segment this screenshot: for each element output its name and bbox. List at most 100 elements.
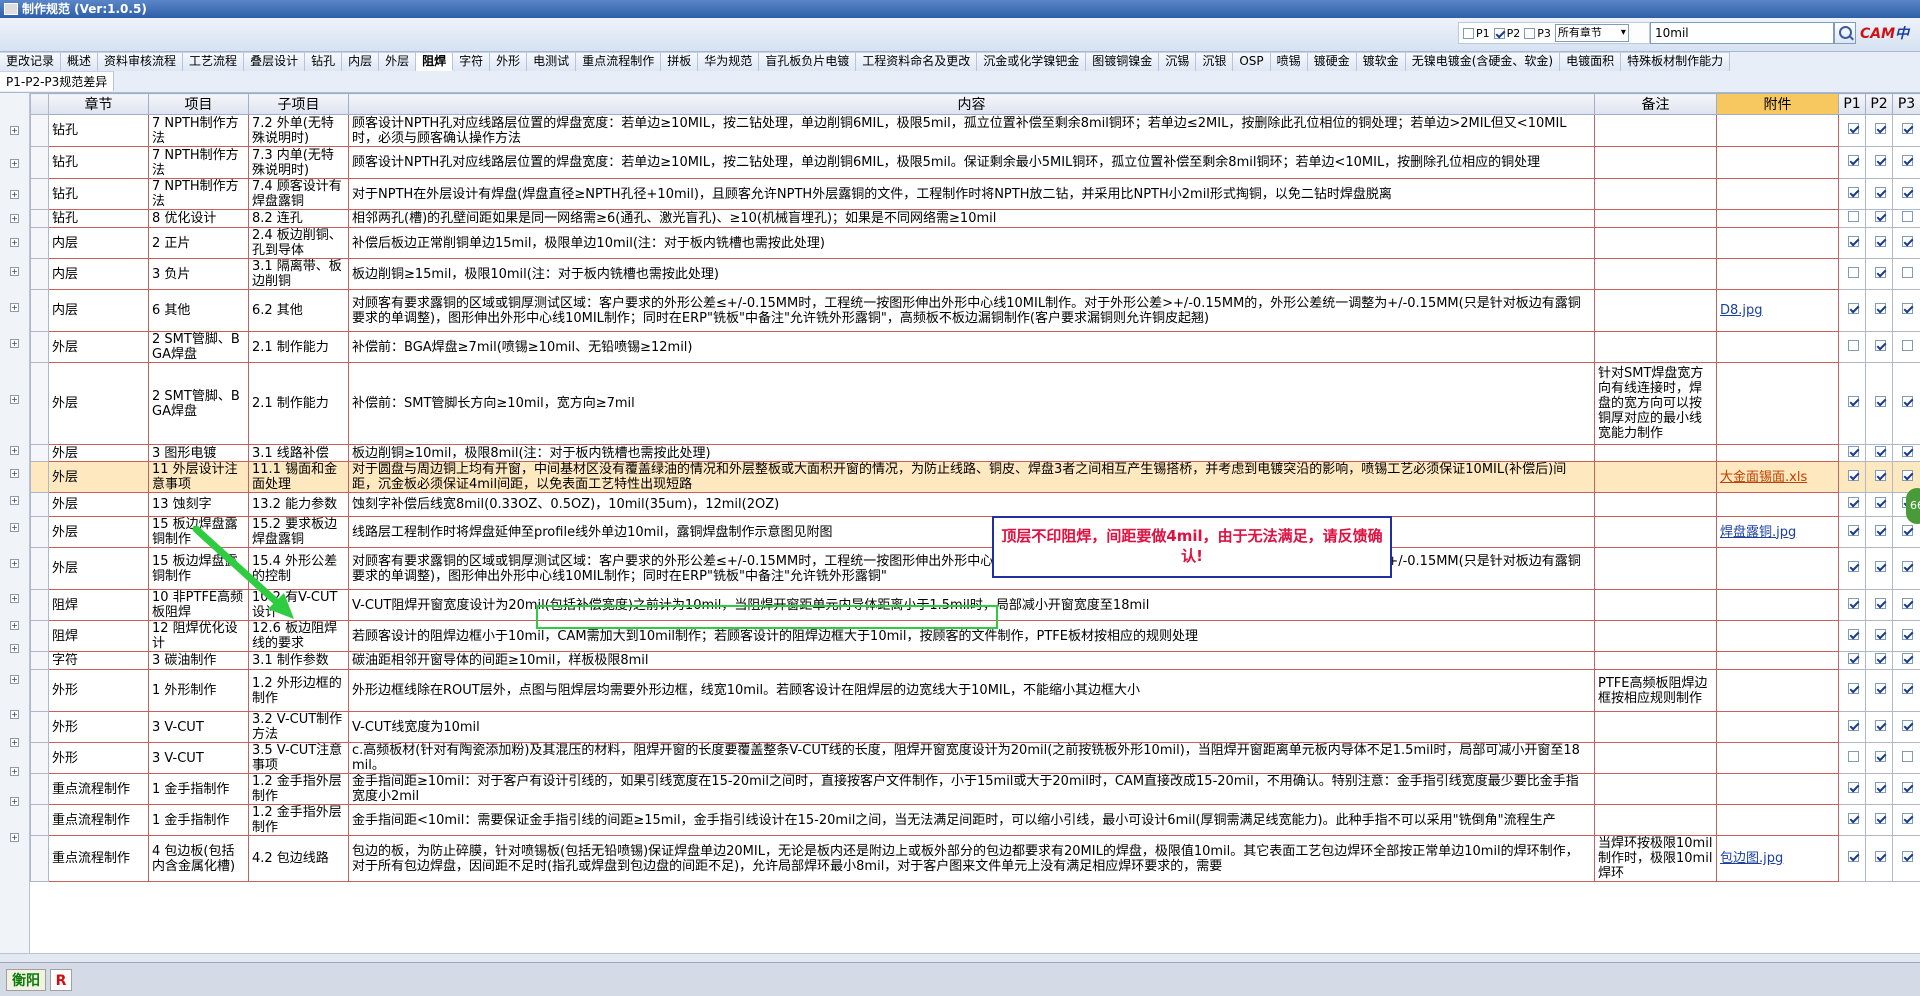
table-row[interactable]: 钻孔 7 NPTH制作方法 7.2 外单(无特殊说明时) 顾客设计NPTH孔对应线路层…: [30, 114, 1920, 147]
expand-icon[interactable]: +: [10, 214, 19, 223]
cell-attachment[interactable]: [1716, 742, 1839, 774]
p2-row-checkbox[interactable]: [1874, 211, 1886, 222]
tab-9[interactable]: 字符: [453, 52, 491, 71]
p1-row-checkbox[interactable]: [1847, 851, 1859, 862]
p2-row-checkbox[interactable]: [1874, 445, 1886, 457]
p1-row-checkbox[interactable]: [1847, 524, 1859, 536]
tab-13[interactable]: 拼板: [661, 52, 699, 71]
table-row[interactable]: 重点流程制作 1 金手指制作 1.2 金手指外层制作 金手指间距<10mil：需要保证…: [30, 804, 1920, 836]
p1-row-checkbox[interactable]: [1847, 445, 1859, 457]
p2-row-checkbox[interactable]: [1874, 561, 1886, 572]
p2-row-checkbox[interactable]: [1874, 628, 1886, 640]
p2-row-checkbox[interactable]: [1874, 235, 1886, 247]
tab-1[interactable]: 概述: [61, 52, 99, 71]
p3-row-checkbox[interactable]: [1902, 750, 1913, 762]
p1-row-checkbox[interactable]: [1847, 628, 1859, 640]
p1-row-checkbox[interactable]: [1847, 781, 1859, 793]
col-item[interactable]: 项目: [148, 93, 249, 115]
p1-row-checkbox[interactable]: [1847, 211, 1859, 222]
expand-icon[interactable]: +: [10, 559, 19, 568]
p3-row-checkbox[interactable]: [1902, 123, 1913, 134]
cell-attachment[interactable]: 大金面锡面.xls: [1716, 461, 1839, 493]
expand-icon[interactable]: +: [10, 797, 19, 806]
p2-row-checkbox[interactable]: [1874, 750, 1886, 762]
p3-row-checkbox[interactable]: [1902, 812, 1913, 824]
table-row[interactable]: 内层 6 其他 6.2 其他 对顾客有要求露铜的区域或铜厚测试区域：客户要求的外形公差…: [30, 289, 1920, 332]
p2-row-checkbox[interactable]: [1874, 339, 1886, 351]
tab-26[interactable]: 电镀面积: [1560, 52, 1622, 71]
chapter-select[interactable]: 所有章节: [1554, 24, 1629, 42]
tab-21[interactable]: OSP: [1233, 52, 1271, 71]
expand-icon[interactable]: +: [10, 267, 19, 276]
p1-row-checkbox[interactable]: [1847, 750, 1859, 762]
tab-5[interactable]: 钻孔: [305, 52, 343, 71]
p3-checkbox[interactable]: [1524, 27, 1536, 39]
expand-icon[interactable]: +: [10, 767, 19, 776]
table-row[interactable]: 钻孔 7 NPTH制作方法 7.4 顾客设计有焊盘露铜 对于NPTH在外层设计有焊盘(…: [30, 178, 1920, 210]
p3-row-checkbox[interactable]: [1902, 524, 1913, 536]
tab-20[interactable]: 沉银: [1196, 52, 1234, 71]
cell-attachment[interactable]: [1716, 114, 1839, 147]
p1-row-checkbox[interactable]: [1847, 497, 1859, 508]
p3-row-checkbox[interactable]: [1902, 597, 1913, 609]
p1-row-checkbox[interactable]: [1847, 812, 1859, 824]
p1-row-checkbox[interactable]: [1847, 683, 1859, 694]
table-row[interactable]: 外层 13 蚀刻字 13.2 能力参数 蚀刻字补偿后线宽8mil(0.33OZ、0.5…: [30, 492, 1920, 517]
p1-row-checkbox[interactable]: [1847, 186, 1859, 198]
p2-row-checkbox[interactable]: [1874, 653, 1886, 664]
expand-icon[interactable]: +: [10, 159, 19, 168]
p2-row-checkbox[interactable]: [1874, 266, 1886, 278]
tab-12[interactable]: 重点流程制作: [576, 52, 662, 71]
expand-icon[interactable]: +: [10, 833, 19, 842]
tab-p-diff[interactable]: P1-P2-P3规范差异: [0, 71, 115, 91]
tab-22[interactable]: 喷锡: [1270, 52, 1308, 71]
cell-attachment[interactable]: [1716, 227, 1839, 259]
expand-icon[interactable]: +: [10, 675, 19, 684]
p3-row-checkbox[interactable]: [1902, 266, 1913, 278]
cell-attachment[interactable]: [1716, 444, 1839, 462]
table-row[interactable]: 外形 1 外形制作 1.2 外形边框的制作 外形边框线除在ROUT层外，点图与阻焊层均…: [30, 669, 1920, 712]
table-row[interactable]: 外层 2 SMT管脚、BGA焊盘 2.1 制作能力 补偿前：BGA焊盘≥7mil(喷锡…: [30, 331, 1920, 363]
expand-icon[interactable]: +: [10, 303, 19, 312]
p3-row-checkbox[interactable]: [1902, 628, 1913, 640]
p2-row-checkbox[interactable]: [1874, 155, 1886, 166]
p1-row-checkbox[interactable]: [1847, 469, 1859, 481]
cell-attachment[interactable]: [1716, 331, 1839, 363]
expand-icon[interactable]: +: [10, 523, 19, 532]
p2-row-checkbox[interactable]: [1874, 524, 1886, 536]
tab-25[interactable]: 无镍电镀金(含硬金、软金): [1405, 52, 1561, 71]
p1-row-checkbox[interactable]: [1847, 653, 1859, 664]
p2-row-checkbox[interactable]: [1874, 186, 1886, 198]
cell-attachment[interactable]: [1716, 209, 1839, 228]
table-row[interactable]: 内层 3 负片 3.1 隔离带、板边削铜 板边削铜≥15mil，极限10mil(注：对…: [30, 258, 1920, 290]
p2-row-checkbox[interactable]: [1874, 497, 1886, 508]
table-row[interactable]: 外层 2 SMT管脚、BGA焊盘 2.1 制作能力 补偿前：SMT管脚长方向≥10mi…: [30, 362, 1920, 445]
expand-icon[interactable]: +: [10, 238, 19, 247]
cell-attachment[interactable]: 包边图.jpg: [1716, 835, 1839, 882]
cell-attachment[interactable]: [1716, 669, 1839, 712]
p2-row-checkbox[interactable]: [1874, 781, 1886, 793]
col-p1[interactable]: P1: [1838, 93, 1866, 115]
horizontal-scrollbar[interactable]: [0, 953, 1920, 962]
tab-11[interactable]: 电测试: [527, 52, 577, 71]
col-subitem[interactable]: 子项目: [248, 93, 349, 115]
cell-attachment[interactable]: [1716, 589, 1839, 621]
p2-checkbox[interactable]: [1493, 27, 1505, 39]
p3-row-checkbox[interactable]: [1902, 211, 1913, 222]
p3-row-checkbox[interactable]: [1902, 396, 1913, 407]
p1-row-checkbox[interactable]: [1847, 561, 1859, 572]
tab-0[interactable]: 更改记录: [0, 52, 62, 71]
p3-row-checkbox[interactable]: [1902, 561, 1913, 572]
p3-row-checkbox[interactable]: [1902, 851, 1913, 862]
tab-16[interactable]: 工程资料命名及更改: [856, 52, 978, 71]
expand-icon[interactable]: +: [10, 621, 19, 630]
p1-row-checkbox[interactable]: [1847, 155, 1859, 166]
p3-row-checkbox[interactable]: [1902, 719, 1913, 731]
p1-row-checkbox[interactable]: [1847, 123, 1859, 134]
cell-attachment[interactable]: [1716, 258, 1839, 290]
tab-27[interactable]: 特殊板材制作能力: [1621, 52, 1731, 71]
expand-icon[interactable]: +: [10, 445, 19, 455]
table-row[interactable]: 内层 2 正片 2.4 板边削铜、孔到导体 补偿后板边正常削铜单边15mil，极限单边…: [30, 227, 1920, 259]
p1-row-checkbox[interactable]: [1847, 719, 1859, 731]
tab-8[interactable]: 阻焊: [416, 52, 454, 71]
